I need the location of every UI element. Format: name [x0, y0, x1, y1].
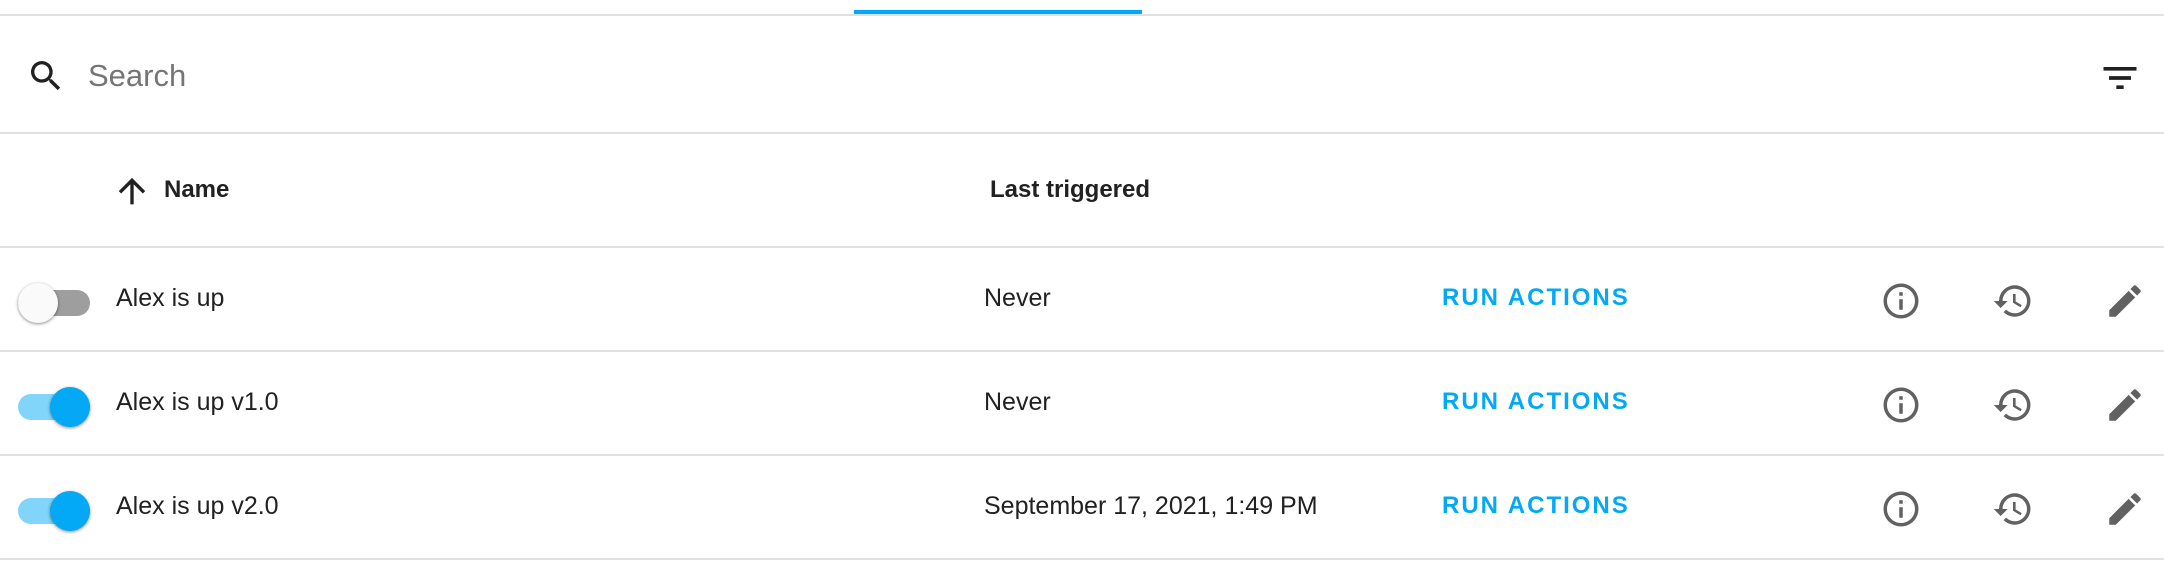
enable-toggle[interactable] — [18, 488, 92, 531]
info-icon[interactable] — [1880, 488, 1922, 530]
last-triggered-value: Never — [984, 388, 1051, 416]
history-icon[interactable] — [1992, 384, 2034, 426]
table-row: Alex is up v1.0 Never RUN ACTIONS — [0, 352, 2164, 456]
search-icon — [31, 61, 61, 91]
automation-name: Alex is up v2.0 — [116, 492, 279, 520]
table-row: Alex is up Never RUN ACTIONS — [0, 248, 2164, 352]
pencil-icon[interactable] — [2104, 384, 2146, 426]
active-tab-indicator — [854, 10, 1142, 14]
run-actions-button[interactable]: RUN ACTIONS — [1442, 284, 1630, 312]
column-header-name[interactable]: Name — [164, 176, 229, 204]
table-header: Name Last triggered — [0, 134, 2164, 248]
enable-toggle[interactable] — [18, 280, 92, 323]
pencil-icon[interactable] — [2104, 280, 2146, 322]
pencil-icon[interactable] — [2104, 488, 2146, 530]
filter-icon[interactable] — [2098, 56, 2142, 100]
info-icon[interactable] — [1880, 384, 1922, 426]
arrow-up-icon[interactable] — [112, 171, 152, 211]
search-input[interactable] — [88, 50, 1988, 102]
history-icon[interactable] — [1992, 280, 2034, 322]
automation-name: Alex is up — [116, 284, 225, 312]
toggle-knob — [18, 283, 58, 323]
info-icon[interactable] — [1880, 280, 1922, 322]
column-header-last-triggered[interactable]: Last triggered — [990, 176, 1150, 204]
automation-name: Alex is up v1.0 — [116, 388, 279, 416]
run-actions-button[interactable]: RUN ACTIONS — [1442, 492, 1630, 520]
toggle-knob — [50, 387, 90, 427]
last-triggered-value: September 17, 2021, 1:49 PM — [984, 492, 1318, 520]
toggle-knob — [50, 491, 90, 531]
table-row: Alex is up v2.0 September 17, 2021, 1:49… — [0, 456, 2164, 560]
last-triggered-value: Never — [984, 284, 1051, 312]
run-actions-button[interactable]: RUN ACTIONS — [1442, 388, 1630, 416]
history-icon[interactable] — [1992, 488, 2034, 530]
enable-toggle[interactable] — [18, 384, 92, 427]
search-bar — [0, 16, 2164, 134]
